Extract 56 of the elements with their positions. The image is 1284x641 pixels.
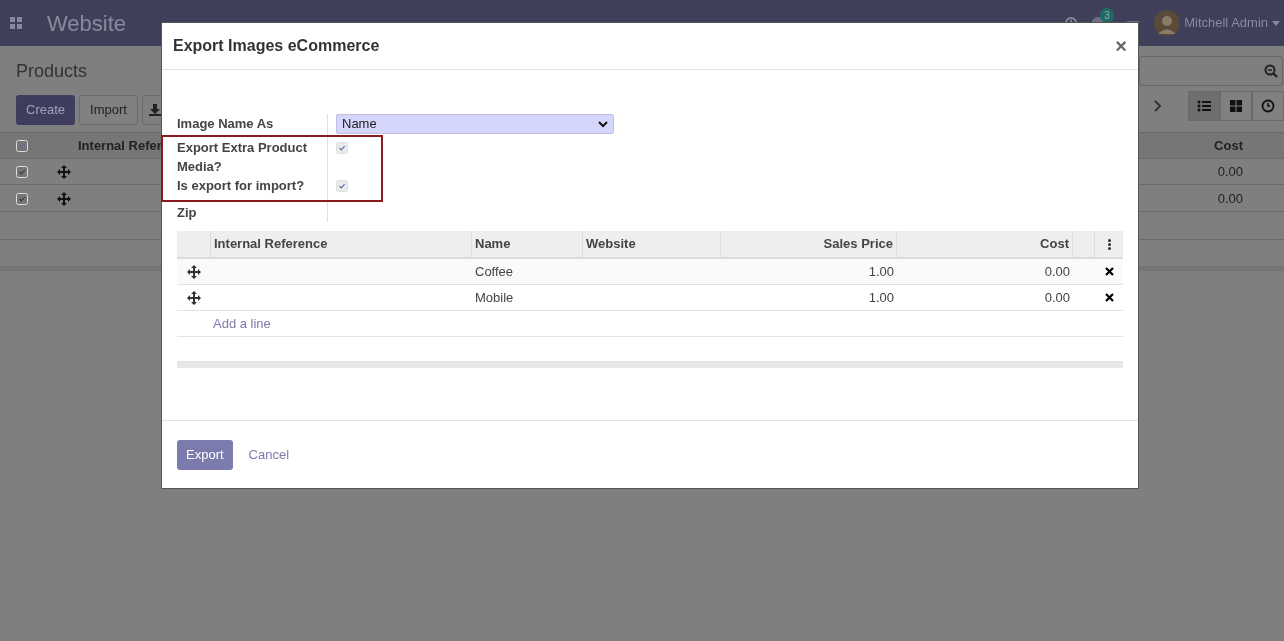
user-menu[interactable]: Mitchell Admin bbox=[1184, 13, 1268, 33]
table-cell-text: 0.00 bbox=[1044, 262, 1070, 281]
move-handle-icon bbox=[57, 164, 71, 179]
table-cell-text: Coffee bbox=[475, 262, 514, 281]
apps-grid-icon bbox=[10, 17, 22, 29]
kebab-menu-icon bbox=[1107, 238, 1111, 250]
checkbox[interactable] bbox=[336, 142, 348, 154]
field-label: Image Name As bbox=[177, 115, 274, 133]
column-header: Cost bbox=[1214, 136, 1243, 155]
table-cell-text: Mobile bbox=[475, 288, 514, 307]
import-button[interactable]: Import bbox=[79, 95, 138, 125]
activity-icon bbox=[1261, 99, 1275, 113]
page-title: Products bbox=[16, 60, 88, 83]
chevron-down-icon bbox=[598, 120, 608, 128]
move-handle-icon bbox=[187, 290, 201, 305]
checkbox-icon bbox=[16, 139, 28, 152]
search-field[interactable] bbox=[1139, 56, 1283, 86]
delete-row-icon[interactable] bbox=[1104, 293, 1114, 302]
image-name-select[interactable]: Name bbox=[336, 114, 614, 134]
table-cell-text: 0.00 bbox=[1217, 189, 1243, 208]
create-button[interactable]: Create bbox=[16, 95, 76, 125]
column-header: Name bbox=[475, 235, 511, 254]
field-label: Zip bbox=[177, 204, 197, 222]
select-value: Name bbox=[342, 115, 377, 134]
field-label: Is export for import? bbox=[177, 177, 305, 195]
field-label: Export Extra Product Media? bbox=[177, 139, 309, 176]
caret-icon bbox=[1272, 20, 1280, 26]
column-header: Website bbox=[586, 235, 636, 254]
close-button[interactable]: × bbox=[1115, 36, 1127, 56]
export-button[interactable]: Export bbox=[177, 439, 233, 470]
table-cell-text: 1.00 bbox=[868, 262, 894, 281]
table-row[interactable]: Coffee 1.00 0.00 bbox=[177, 259, 1123, 285]
column-header: Internal Refer bbox=[78, 136, 162, 155]
kanban-view-button[interactable] bbox=[1220, 91, 1252, 121]
search-icon bbox=[1264, 64, 1278, 78]
move-handle-icon bbox=[57, 191, 71, 206]
add-line-link[interactable]: Add a line bbox=[213, 313, 271, 334]
column-header: Sales Price bbox=[823, 235, 893, 254]
app-name[interactable]: Website bbox=[47, 6, 127, 40]
table-cell-text: 0.00 bbox=[1217, 162, 1243, 181]
dialog-title: Export Images eCommerce bbox=[173, 36, 380, 56]
table-cell-text: 1.00 bbox=[868, 288, 894, 307]
column-header: Internal Reference bbox=[214, 235, 328, 254]
list-icon bbox=[1197, 99, 1211, 113]
checkbox[interactable] bbox=[336, 180, 348, 192]
move-handle-icon bbox=[187, 264, 201, 279]
column-header: Cost bbox=[1040, 235, 1069, 254]
cancel-button[interactable]: Cancel bbox=[238, 439, 300, 470]
avatar-icon bbox=[1154, 10, 1181, 36]
table-cell-text: 0.00 bbox=[1044, 288, 1070, 307]
list-view-button[interactable] bbox=[1188, 91, 1220, 121]
delete-row-icon[interactable] bbox=[1104, 267, 1114, 276]
activity-view-button[interactable] bbox=[1252, 91, 1284, 121]
chevron-right-icon bbox=[1154, 100, 1162, 112]
download-icon bbox=[148, 104, 161, 116]
kanban-icon bbox=[1229, 99, 1243, 113]
